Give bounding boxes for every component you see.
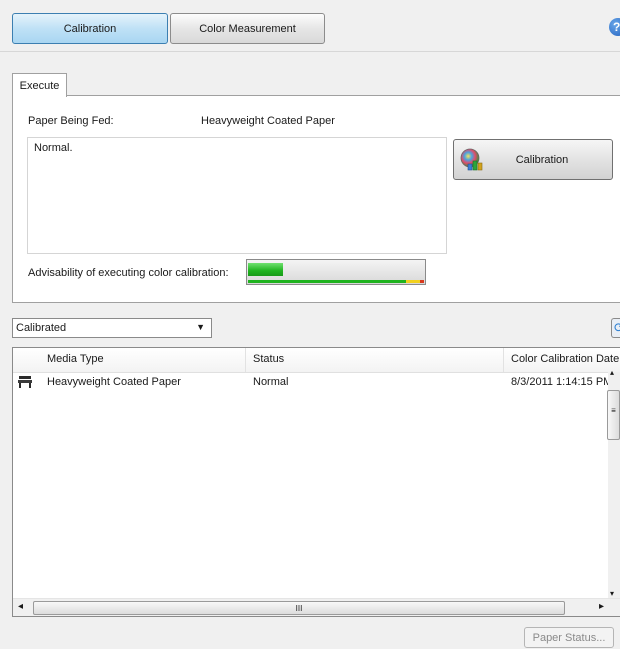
paper-status-button[interactable]: Paper Status... xyxy=(524,627,614,648)
tab-execute-label: Execute xyxy=(19,79,60,92)
status-message-text: Normal. xyxy=(34,142,73,154)
horizontal-scroll-thumb[interactable]: III xyxy=(33,601,565,615)
vertical-scrollbar[interactable]: ▴ ≡ ▾ xyxy=(607,368,620,600)
printer-icon xyxy=(18,375,32,388)
status-cell: Normal xyxy=(253,376,289,388)
vertical-scroll-thumb[interactable]: ≡ xyxy=(607,390,620,440)
list-header: Media Type Status Color Calibration Date xyxy=(13,348,620,373)
paper-status-label: Paper Status... xyxy=(532,631,606,644)
tab-calibration-label: Calibration xyxy=(63,22,117,35)
scroll-left-arrow[interactable]: ◂ xyxy=(18,601,23,612)
scroll-up-arrow[interactable]: ▴ xyxy=(610,368,614,377)
scroll-down-arrow[interactable]: ▾ xyxy=(610,589,614,598)
media-type-cell: Heavyweight Coated Paper xyxy=(47,376,181,388)
advisability-meter-scale-high xyxy=(420,280,424,283)
calibration-button-label: Calibration xyxy=(515,153,569,166)
advisability-label: Advisability of executing color calibrat… xyxy=(28,267,229,279)
column-color-calibration-date[interactable]: Color Calibration Date xyxy=(511,353,619,365)
paper-being-fed-value: Heavyweight Coated Paper xyxy=(201,115,335,127)
scroll-grip: III xyxy=(295,603,303,613)
scroll-right-arrow[interactable]: ▸ xyxy=(599,601,604,612)
calibration-button[interactable]: Calibration xyxy=(453,139,613,180)
status-message-box: Normal. xyxy=(27,137,447,254)
chevron-down-icon: ▼ xyxy=(196,322,205,332)
advisability-meter xyxy=(246,259,426,285)
list-item[interactable]: Heavyweight Coated Paper Normal 8/3/2011… xyxy=(13,374,620,392)
refresh-icon[interactable]: ⟳ xyxy=(611,318,620,338)
calibration-filter-value: Calibrated xyxy=(16,322,67,334)
calibration-filter-dropdown[interactable]: Calibrated ▼ xyxy=(12,318,212,338)
help-icon[interactable]: ? xyxy=(609,18,620,36)
advisability-meter-scale-warn xyxy=(406,280,420,283)
paper-being-fed-label: Paper Being Fed: xyxy=(28,115,114,127)
tab-calibration[interactable]: Calibration xyxy=(12,13,168,44)
color-calibration-icon xyxy=(460,148,484,172)
tab-color-measurement-label: Color Measurement xyxy=(199,22,296,35)
column-media-type[interactable]: Media Type xyxy=(47,353,104,365)
date-cell: 8/3/2011 1:14:15 PM xyxy=(511,376,613,388)
tab-execute[interactable]: Execute xyxy=(12,73,67,97)
header-divider xyxy=(0,51,620,52)
advisability-meter-scale xyxy=(248,280,406,283)
media-list: Media Type Status Color Calibration Date… xyxy=(12,347,620,617)
advisability-meter-fill xyxy=(248,263,283,276)
tab-color-measurement[interactable]: Color Measurement xyxy=(170,13,325,44)
help-glyph: ? xyxy=(613,20,620,34)
column-status[interactable]: Status xyxy=(253,353,284,365)
column-divider[interactable] xyxy=(245,348,246,372)
horizontal-scrollbar[interactable]: ◂ III ▸ xyxy=(13,598,620,616)
column-divider[interactable] xyxy=(503,348,504,372)
